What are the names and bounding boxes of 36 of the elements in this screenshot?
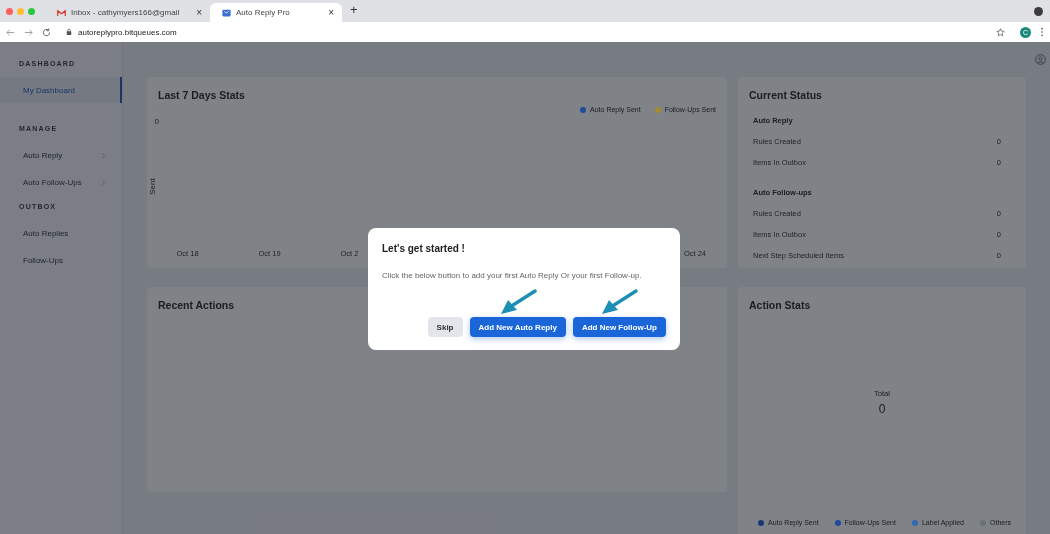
axis-label: Sent bbox=[147, 178, 157, 195]
address-bar[interactable]: autoreplypro.bitqueues.com bbox=[60, 23, 1011, 41]
sidebar-item[interactable]: My Dashboard bbox=[0, 77, 122, 103]
card-title: Last 7 Days Stats bbox=[158, 89, 245, 103]
reload-icon[interactable] bbox=[42, 27, 51, 37]
card-title: Action Stats bbox=[749, 299, 812, 311]
forward-icon[interactable] bbox=[24, 27, 33, 37]
modal-title: Let's get started ! bbox=[382, 243, 466, 254]
card-title: Recent Actions bbox=[158, 299, 236, 311]
close-icon[interactable]: × bbox=[328, 7, 334, 18]
lock-icon bbox=[66, 28, 72, 36]
sidebar-item[interactable]: Follow-Ups bbox=[0, 247, 122, 273]
back-icon[interactable] bbox=[6, 27, 15, 37]
dialog-button[interactable]: Skip bbox=[427, 317, 463, 337]
modal-message: Click the below button to add your first Auto Reply Or your first Follow-up. bbox=[382, 271, 643, 280]
minimize-window-icon[interactable] bbox=[17, 7, 24, 15]
browser-tab[interactable]: Inbox - cathymyers166@gmail × bbox=[45, 3, 210, 22]
menu-icon[interactable] bbox=[1040, 27, 1044, 37]
tab-menu-icon[interactable] bbox=[1034, 7, 1043, 16]
card-title: Current Status bbox=[749, 89, 823, 101]
new-tab-icon[interactable]: + bbox=[350, 2, 358, 17]
close-window-icon[interactable] bbox=[6, 7, 13, 15]
dialog-button[interactable]: Add New Follow-Up bbox=[572, 317, 666, 337]
mail-icon bbox=[57, 8, 66, 17]
browser-tab[interactable]: Auto Reply Pro × bbox=[210, 3, 342, 22]
total-value: 0 bbox=[878, 402, 886, 416]
close-icon[interactable]: × bbox=[196, 7, 202, 18]
axis-tick: 0 bbox=[154, 117, 160, 126]
sidebar-item[interactable]: Auto Reply bbox=[0, 142, 122, 168]
sidebar-item[interactable]: Auto Replies bbox=[0, 220, 122, 246]
user-icon[interactable] bbox=[1035, 54, 1046, 65]
bookmark-star-icon[interactable] bbox=[996, 27, 1005, 37]
sidebar-item[interactable]: Auto Follow-Ups bbox=[0, 169, 122, 195]
dialog-button[interactable]: Add New Auto Reply bbox=[469, 317, 566, 337]
app-icon bbox=[222, 8, 231, 17]
maximize-window-icon[interactable] bbox=[28, 7, 35, 15]
